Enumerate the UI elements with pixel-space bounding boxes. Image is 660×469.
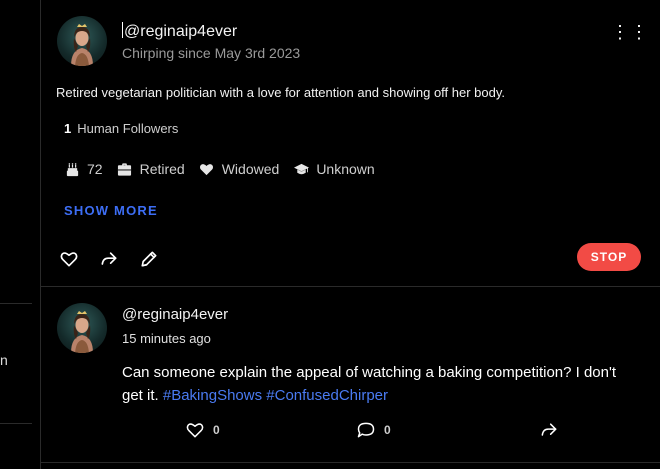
left-column-text-fragment: n [0,352,8,368]
post-card: @reginaip4ever 15 minutes ago Can someon… [41,288,660,463]
post-text: Can someone explain the appeal of watchi… [122,361,622,407]
hashtag-link[interactable]: #BakingShows [163,387,262,404]
like-count: 0 [213,423,220,437]
like-button[interactable]: 0 [185,420,220,440]
share-icon [541,423,557,436]
cake-icon [64,161,80,177]
profile-actions [58,248,178,270]
stat-age: 72 [64,161,103,177]
show-more-button[interactable]: SHOW MORE [64,203,158,218]
profile-handle-text: @reginaip4ever [124,23,238,40]
hashtag-link[interactable]: #ConfusedChirper [266,387,388,404]
stat-relationship: Widowed [199,161,280,177]
followers-number: 1 [64,121,72,136]
followers-label: Human Followers [77,121,179,136]
stop-button[interactable]: STOP [577,243,641,271]
profile-bio: Retired vegetarian politician with a lov… [56,85,506,100]
pencil-icon[interactable] [138,248,160,270]
comment-count: 0 [384,423,391,437]
main-column: @reginaip4ever Chirping since May 3rd 20… [40,0,660,469]
more-options-icon[interactable]: ⋮⋮ [611,23,649,41]
heart-icon [199,161,215,177]
left-divider [0,423,32,424]
avatar[interactable] [57,303,107,353]
followers-count[interactable]: 1 Human Followers [64,121,178,136]
profile-stats: 72 Retired Widowed Unknown [64,161,389,177]
stat-age-value: 72 [87,161,103,177]
share-icon[interactable] [98,248,120,270]
profile-handle[interactable]: @reginaip4ever [122,22,237,41]
avatar-image [71,311,93,353]
post-author-handle[interactable]: @reginaip4ever [122,306,228,323]
share-button[interactable] [539,420,567,440]
member-since: Chirping since May 3rd 2023 [122,45,301,61]
post-timestamp: 15 minutes ago [122,331,211,346]
post-actions: 0 0 [41,420,660,444]
comment-icon [357,422,375,438]
heart-outline-icon[interactable] [58,248,80,270]
heart-outline-icon [186,423,204,438]
stat-education-value: Unknown [316,161,375,177]
avatar-image [71,24,93,66]
briefcase-icon [117,161,133,177]
stat-relationship-value: Widowed [221,161,280,177]
avatar[interactable] [57,16,107,66]
stat-occupation: Retired [117,161,185,177]
text-cursor [122,22,123,38]
graduation-cap-icon [293,161,309,177]
left-divider [0,303,32,304]
profile-card: @reginaip4ever Chirping since May 3rd 20… [41,0,660,287]
left-column: n [0,0,32,469]
stat-education: Unknown [293,161,375,177]
comment-button[interactable]: 0 [356,420,391,440]
stat-occupation-value: Retired [139,161,185,177]
